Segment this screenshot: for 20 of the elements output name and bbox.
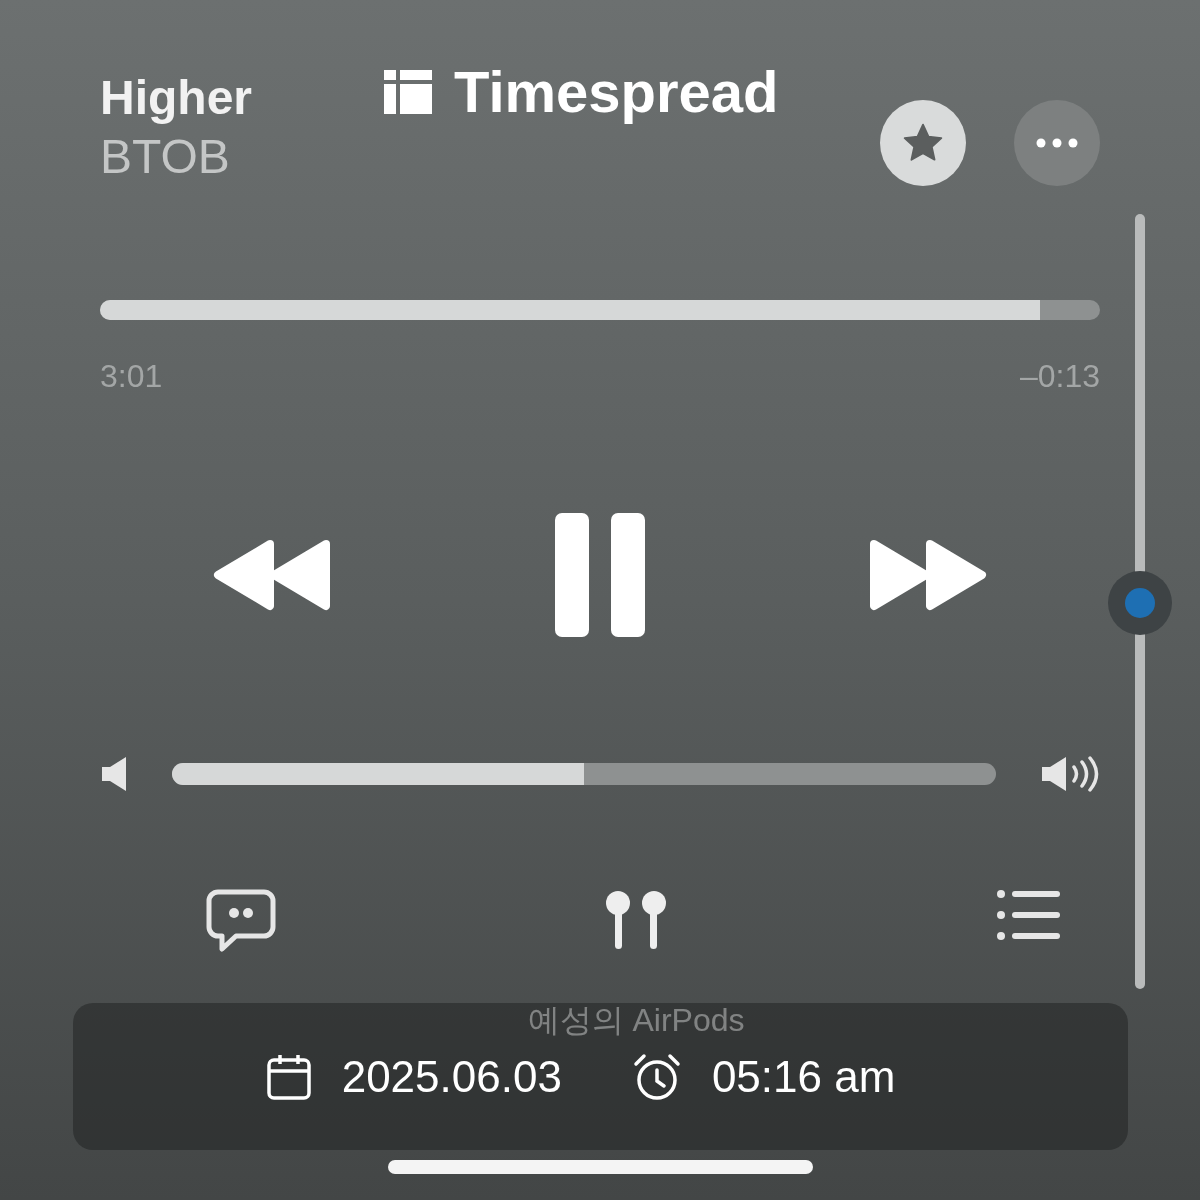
calendar-icon: [265, 1052, 312, 1101]
scroll-bar[interactable]: [1135, 214, 1145, 989]
elapsed-time: 3:01: [100, 358, 163, 395]
queue-button[interactable]: [996, 889, 1062, 941]
speaker-high-icon: [1040, 755, 1100, 793]
device-label: 예성의 AirPods: [527, 1001, 745, 1040]
earbuds-button[interactable]: [603, 889, 669, 951]
more-icon: [1035, 137, 1079, 149]
date-text: 2025.06.03: [341, 1051, 562, 1102]
artist-name: BTOB: [100, 129, 231, 184]
time-text: 05:16 am: [711, 1051, 896, 1102]
volume-slider[interactable]: [172, 763, 996, 785]
pause-button[interactable]: [553, 513, 647, 637]
logo-icon: [384, 69, 432, 114]
remaining-time: –0:13: [1019, 358, 1100, 395]
lyrics-button[interactable]: [206, 889, 276, 953]
brand-name: Timespread: [454, 58, 779, 125]
speaker-low-icon: [100, 755, 128, 793]
alarm-clock-icon: [631, 1051, 682, 1102]
song-title: Higher: [100, 70, 252, 125]
